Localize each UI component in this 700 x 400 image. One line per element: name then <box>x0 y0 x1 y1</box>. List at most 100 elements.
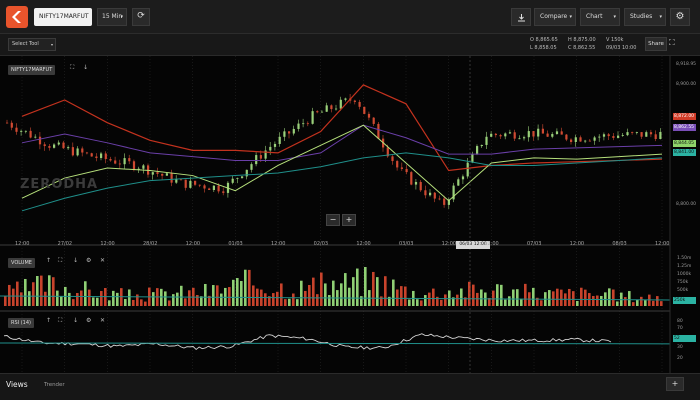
download-button[interactable] <box>511 8 531 26</box>
candle-body <box>518 138 521 140</box>
volume-bar <box>512 289 515 306</box>
gear-icon[interactable]: ⚙ <box>86 317 91 324</box>
candle-body <box>6 122 9 124</box>
close-icon[interactable]: ✕ <box>100 317 105 324</box>
arrow-down-icon[interactable]: ↓ <box>83 64 88 71</box>
volume-y-tick: 1000k <box>677 272 692 277</box>
volume-bar <box>456 294 459 306</box>
volume-bar <box>100 291 103 306</box>
volume-bar <box>176 292 179 306</box>
volume-bar <box>288 298 291 306</box>
price-tag: 8,862.55 <box>673 124 696 131</box>
rsi-tag: 52 <box>673 335 696 342</box>
candle-body <box>48 146 51 148</box>
volume-bar <box>344 273 347 306</box>
candle-body <box>480 144 483 147</box>
candle-body <box>631 132 634 133</box>
volume-bar <box>508 296 511 306</box>
volume-bar <box>72 299 75 306</box>
volume-bar <box>292 293 295 306</box>
candle-body <box>659 131 662 140</box>
candle-body <box>414 181 418 185</box>
volume-y-tick: 1.25m <box>677 264 692 269</box>
zoom-out-button[interactable]: − <box>326 214 340 226</box>
add-view-button[interactable]: + <box>666 377 684 391</box>
volume-bar <box>360 296 363 306</box>
volume-bar <box>644 300 647 306</box>
rsi-y-tick: 70 <box>677 326 683 331</box>
volume-bar <box>20 292 23 306</box>
candle-body <box>81 148 84 153</box>
volume-bar <box>168 300 171 306</box>
volume-bar <box>152 292 155 306</box>
volume-bar <box>136 294 139 306</box>
candle-body <box>508 132 512 134</box>
compare-button[interactable]: Compare ▾ <box>534 8 576 26</box>
expand-icon[interactable]: ⛶ <box>58 257 62 265</box>
x-tick-label: 12:00 <box>185 241 201 247</box>
volume-bar <box>280 283 283 306</box>
refresh-icon: ⟳ <box>137 11 145 21</box>
volume-bar <box>400 286 403 306</box>
candle-body <box>485 136 488 145</box>
volume-bar <box>220 293 223 306</box>
volume-bar <box>244 269 247 306</box>
candle-body <box>175 179 178 183</box>
volume-bar <box>332 280 335 306</box>
volume-bar <box>572 291 575 306</box>
volume-bar <box>164 291 167 306</box>
volume-bar <box>340 283 343 306</box>
volume-bar <box>516 289 519 306</box>
rsi-y-tick: 20 <box>677 356 683 361</box>
candle-body <box>537 128 540 137</box>
candle-body <box>330 105 333 110</box>
refresh-button[interactable]: ⟳ <box>132 8 150 26</box>
volume-bar <box>264 293 267 306</box>
candle-body <box>38 136 42 145</box>
chart-type-button[interactable]: Chart ▾ <box>580 8 620 26</box>
candle-body <box>602 134 606 137</box>
volume-bar <box>532 287 535 306</box>
share-button[interactable]: Share <box>645 37 667 51</box>
volume-bar <box>404 286 407 306</box>
x-tick-label: 07/03 <box>527 241 542 247</box>
arrow-down-icon[interactable]: ↓ <box>73 317 78 324</box>
views-tab[interactable]: Views <box>6 380 28 389</box>
candle-body <box>339 99 342 109</box>
studies-button[interactable]: Studies ▾ <box>624 8 666 26</box>
zoom-in-button[interactable]: + <box>342 214 356 226</box>
gear-icon[interactable]: ⚙ <box>86 257 91 264</box>
expand-icon[interactable]: ⛶ <box>70 64 74 72</box>
volume-bar <box>504 299 507 306</box>
close-icon[interactable]: ✕ <box>100 257 105 264</box>
candle-body <box>396 161 399 168</box>
volume-bar <box>328 295 331 306</box>
settings-button[interactable]: ⚙ <box>670 8 690 26</box>
candle-body <box>466 162 469 177</box>
x-tick-label: 28/02 <box>143 241 158 247</box>
x-tick-label: 27/02 <box>57 241 73 247</box>
volume-bar <box>632 302 635 306</box>
candle-body <box>114 160 117 164</box>
arrow-down-icon[interactable]: ↓ <box>73 257 78 264</box>
select-tool-dropdown[interactable]: Select Tool ▾ <box>8 38 56 51</box>
candle-body <box>269 146 272 151</box>
arrow-up-icon[interactable]: ↑ <box>46 257 51 264</box>
volume-bar <box>284 299 287 306</box>
trender-tab[interactable]: Trender <box>44 382 65 388</box>
candle-body <box>457 179 460 186</box>
candle-body <box>132 161 136 170</box>
expand-icon[interactable]: ⛶ <box>58 317 62 325</box>
arrow-up-icon[interactable]: ↑ <box>46 317 51 324</box>
symbol-search-input[interactable]: NIFTY17MARFUT <box>34 8 92 26</box>
volume-bar <box>520 298 523 306</box>
interval-dropdown[interactable]: 15 Min ▾ <box>97 8 127 26</box>
volume-bar <box>432 288 435 306</box>
interval-label: 15 Min <box>102 13 123 20</box>
fullscreen-icon[interactable]: ⛶ <box>669 38 675 48</box>
candle-body <box>297 123 300 129</box>
candle-body <box>95 156 98 158</box>
kite-logo-icon[interactable] <box>6 6 28 28</box>
candle-body <box>612 136 615 138</box>
volume-bar <box>124 298 127 306</box>
